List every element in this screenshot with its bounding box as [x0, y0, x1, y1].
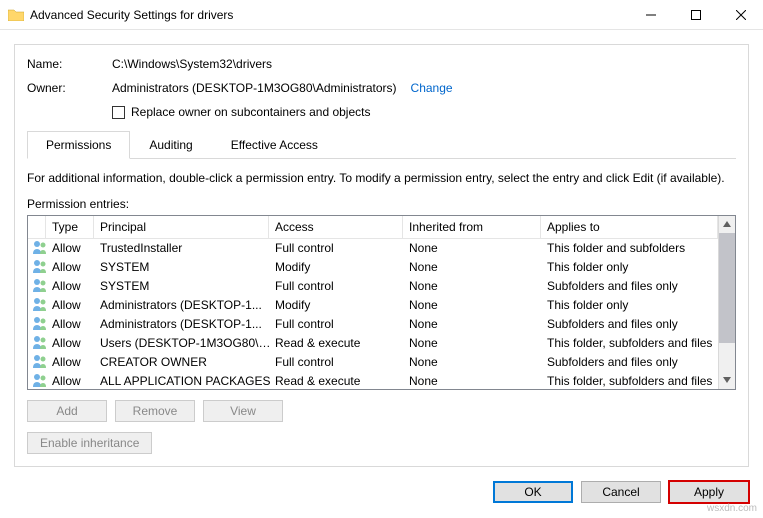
scroll-down-button[interactable]: [719, 372, 735, 389]
cell-access: Full control: [273, 317, 407, 331]
cell-principal: SYSTEM: [98, 260, 273, 274]
cell-applies: Subfolders and files only: [545, 317, 718, 331]
table-row[interactable]: AllowALL APPLICATION PACKAGESRead & exec…: [28, 372, 718, 389]
cell-inherited: None: [407, 241, 545, 255]
principal-icon: [32, 354, 50, 371]
col-principal[interactable]: Principal: [94, 216, 269, 238]
tab-effective-access[interactable]: Effective Access: [212, 131, 337, 159]
cell-inherited: None: [407, 336, 545, 350]
cell-type: Allow: [50, 317, 98, 331]
cell-applies: Subfolders and files only: [545, 355, 718, 369]
remove-button[interactable]: Remove: [115, 400, 195, 422]
cell-access: Full control: [273, 279, 407, 293]
col-applies[interactable]: Applies to: [541, 216, 718, 238]
cell-inherited: None: [407, 260, 545, 274]
folder-icon: [8, 9, 24, 21]
cell-principal: CREATOR OWNER: [98, 355, 273, 369]
table-row[interactable]: AllowSYSTEMModifyNoneThis folder only: [28, 258, 718, 277]
apply-button[interactable]: Apply: [669, 481, 749, 503]
scroll-thumb[interactable]: [719, 233, 735, 343]
watermark: wsxdn.com: [707, 503, 757, 514]
cell-type: Allow: [50, 279, 98, 293]
minimize-button[interactable]: [628, 0, 673, 30]
owner-row: Owner: Administrators (DESKTOP-1M3OG80\A…: [27, 81, 736, 95]
table-row[interactable]: AllowAdministrators (DESKTOP-1...Full co…: [28, 315, 718, 334]
window-title: Advanced Security Settings for drivers: [30, 8, 628, 22]
owner-value: Administrators (DESKTOP-1M3OG80\Administ…: [112, 81, 397, 95]
cell-inherited: None: [407, 355, 545, 369]
replace-owner-label: Replace owner on subcontainers and objec…: [131, 105, 370, 119]
cell-inherited: None: [407, 374, 545, 388]
cell-inherited: None: [407, 279, 545, 293]
cell-inherited: None: [407, 317, 545, 331]
principal-icon: [32, 316, 50, 333]
view-button[interactable]: View: [203, 400, 283, 422]
change-owner-link[interactable]: Change: [411, 81, 453, 95]
cell-type: Allow: [50, 336, 98, 350]
cell-principal: TrustedInstaller: [98, 241, 273, 255]
replace-owner-row: Replace owner on subcontainers and objec…: [112, 105, 736, 119]
table-row[interactable]: AllowUsers (DESKTOP-1M3OG80\U...Read & e…: [28, 334, 718, 353]
enable-inheritance-button[interactable]: Enable inheritance: [27, 432, 152, 454]
permission-entries-grid[interactable]: Type Principal Access Inherited from App…: [27, 215, 736, 390]
name-label: Name:: [27, 57, 112, 71]
cell-access: Modify: [273, 298, 407, 312]
permissions-description: For additional information, double-click…: [27, 171, 736, 187]
add-button[interactable]: Add: [27, 400, 107, 422]
cell-access: Full control: [273, 241, 407, 255]
grid-header: Type Principal Access Inherited from App…: [28, 216, 718, 239]
cancel-button[interactable]: Cancel: [581, 481, 661, 503]
name-value: C:\Windows\System32\drivers: [112, 57, 272, 71]
tabs: Permissions Auditing Effective Access: [27, 131, 736, 159]
principal-icon: [32, 259, 50, 276]
scrollbar[interactable]: [718, 216, 735, 389]
close-button[interactable]: [718, 0, 763, 30]
cell-principal: Administrators (DESKTOP-1...: [98, 298, 273, 312]
cell-type: Allow: [50, 260, 98, 274]
table-row[interactable]: AllowSYSTEMFull controlNoneSubfolders an…: [28, 277, 718, 296]
cell-applies: This folder, subfolders and files: [545, 336, 718, 350]
cell-applies: This folder only: [545, 298, 718, 312]
col-access[interactable]: Access: [269, 216, 403, 238]
cell-principal: ALL APPLICATION PACKAGES: [98, 374, 273, 388]
table-row[interactable]: AllowTrustedInstallerFull controlNoneThi…: [28, 239, 718, 258]
scroll-up-button[interactable]: [719, 216, 735, 233]
replace-owner-checkbox[interactable]: [112, 106, 125, 119]
cell-access: Full control: [273, 355, 407, 369]
principal-icon: [32, 240, 50, 257]
cell-type: Allow: [50, 355, 98, 369]
cell-type: Allow: [50, 298, 98, 312]
tab-permissions[interactable]: Permissions: [27, 131, 130, 159]
table-row[interactable]: AllowAdministrators (DESKTOP-1...ModifyN…: [28, 296, 718, 315]
principal-icon: [32, 278, 50, 295]
titlebar: Advanced Security Settings for drivers: [0, 0, 763, 30]
cell-inherited: None: [407, 298, 545, 312]
cell-access: Read & execute: [273, 374, 407, 388]
cell-principal: Users (DESKTOP-1M3OG80\U...: [98, 336, 273, 350]
principal-icon: [32, 335, 50, 352]
owner-label: Owner:: [27, 81, 112, 95]
cell-applies: Subfolders and files only: [545, 279, 718, 293]
table-row[interactable]: AllowCREATOR OWNERFull controlNoneSubfol…: [28, 353, 718, 372]
principal-icon: [32, 297, 50, 314]
cell-access: Modify: [273, 260, 407, 274]
principal-icon: [32, 373, 50, 389]
col-type[interactable]: Type: [46, 216, 94, 238]
cell-principal: Administrators (DESKTOP-1...: [98, 317, 273, 331]
cell-type: Allow: [50, 374, 98, 388]
cell-applies: This folder and subfolders: [545, 241, 718, 255]
col-inherited[interactable]: Inherited from: [403, 216, 541, 238]
cell-access: Read & execute: [273, 336, 407, 350]
cell-type: Allow: [50, 241, 98, 255]
entries-label: Permission entries:: [27, 197, 736, 211]
ok-button[interactable]: OK: [493, 481, 573, 503]
maximize-button[interactable]: [673, 0, 718, 30]
name-row: Name: C:\Windows\System32\drivers: [27, 57, 736, 71]
tab-auditing[interactable]: Auditing: [130, 131, 211, 159]
cell-principal: SYSTEM: [98, 279, 273, 293]
cell-applies: This folder, subfolders and files: [545, 374, 718, 388]
cell-applies: This folder only: [545, 260, 718, 274]
